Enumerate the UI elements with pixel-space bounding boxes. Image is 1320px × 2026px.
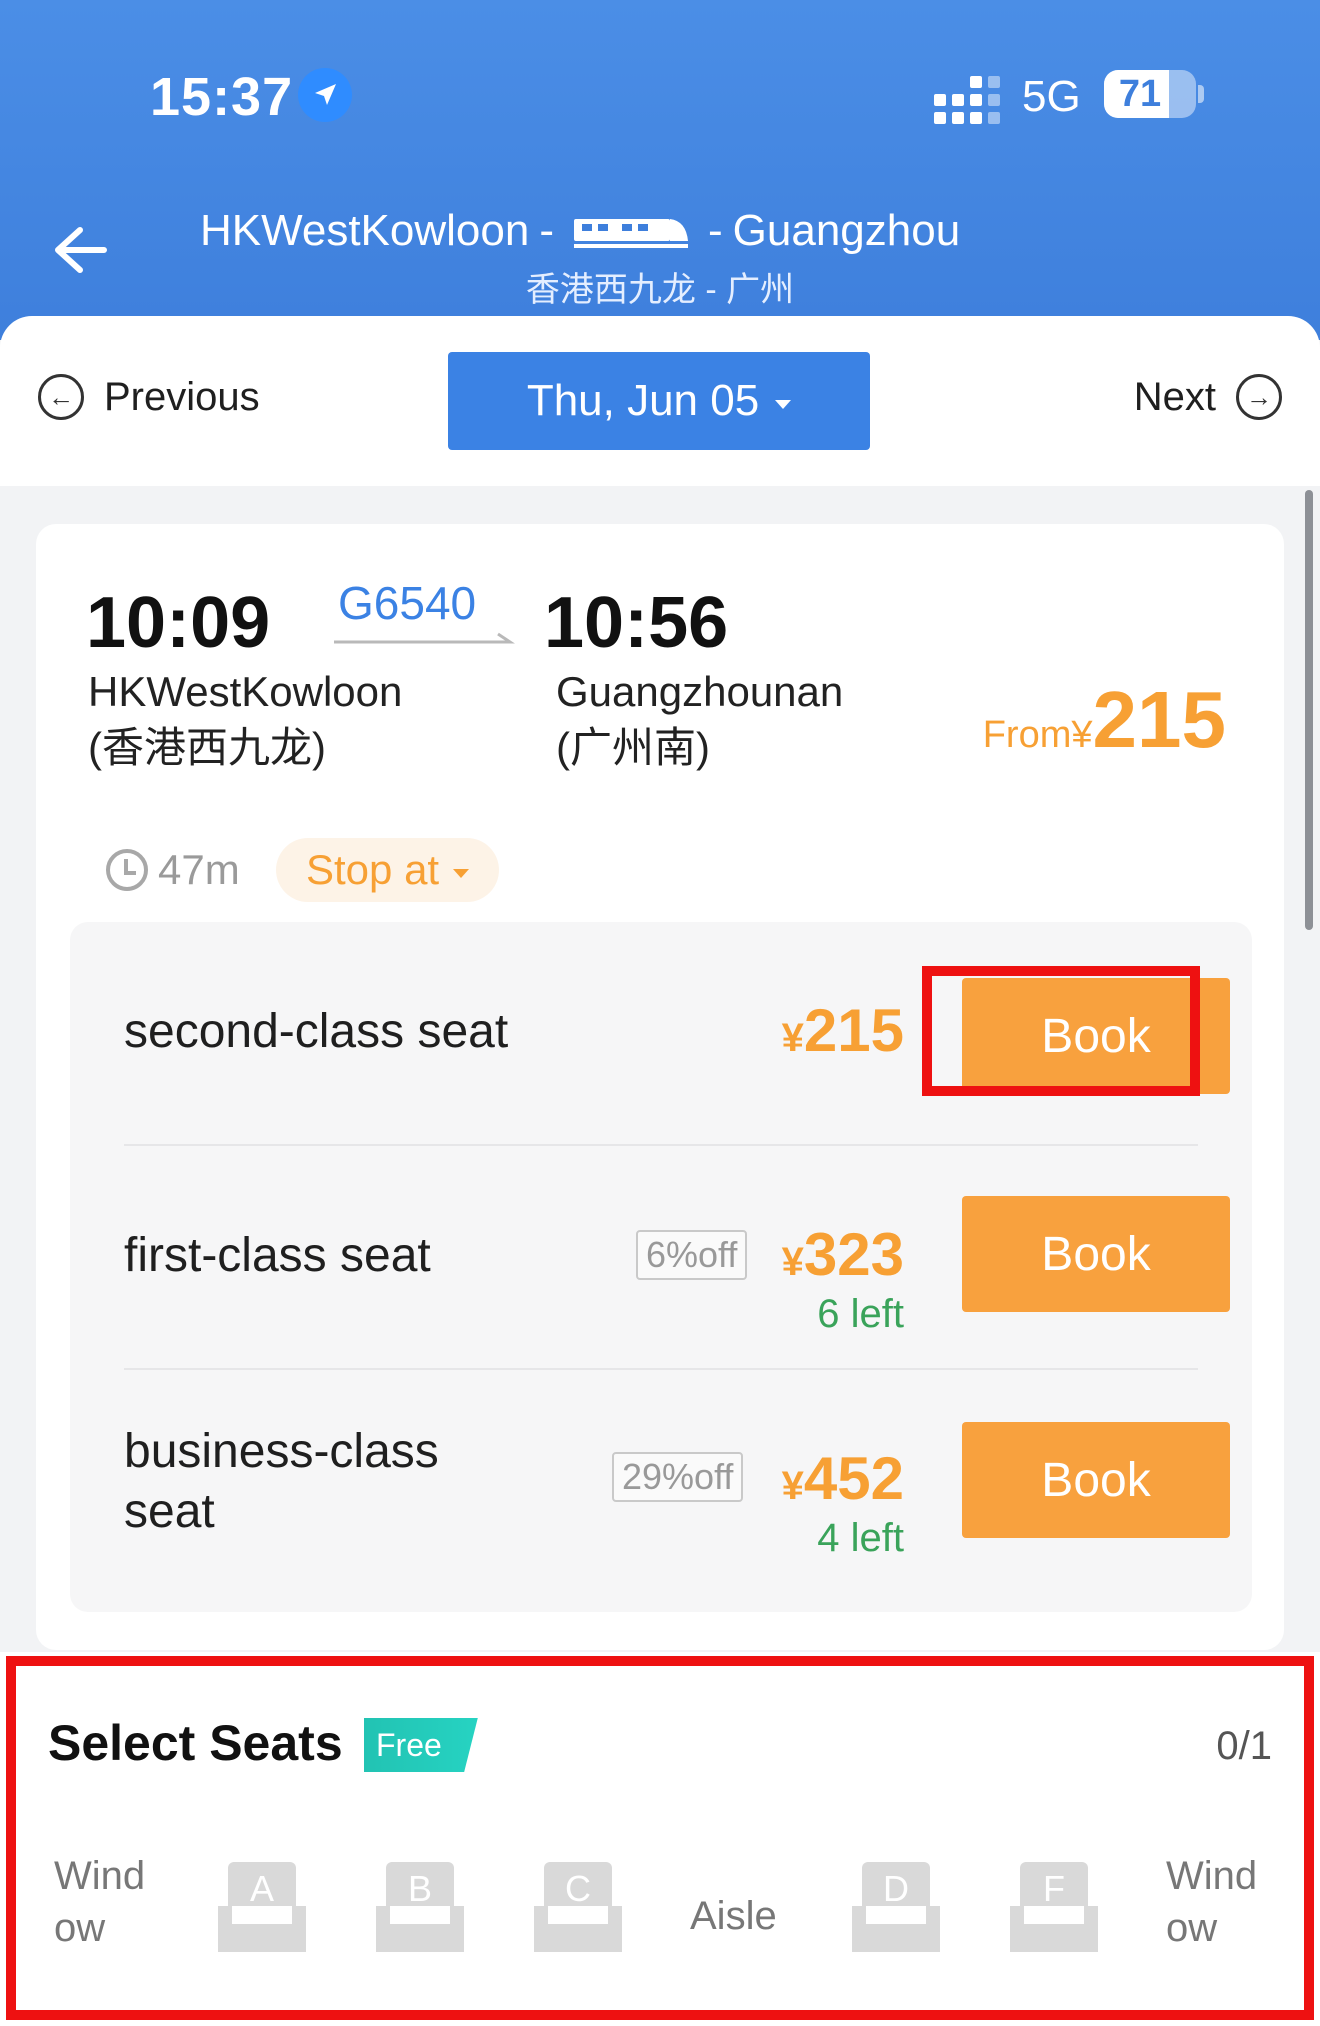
from-label: From (982, 714, 1072, 756)
duration-label: 47m (158, 846, 240, 893)
departure-time: 10:09 (86, 583, 271, 663)
seat-class-name: business-class seat (124, 1422, 439, 1542)
seat-price: ¥ 215 (782, 996, 904, 1065)
seat-class-name-line2: seat (124, 1485, 215, 1538)
caret-down-icon (775, 399, 792, 409)
route-subtitle: 香港西九龙 - 广州 (525, 271, 795, 309)
book-first-class-button[interactable]: Book (962, 1196, 1230, 1312)
date-bar: ← Previous Thu, Jun 05 Next → (0, 316, 1320, 486)
from-currency: ¥ (1071, 714, 1093, 756)
seat-class-name: first-class seat (124, 1229, 431, 1282)
date-label: Thu, Jun 05 (526, 376, 760, 425)
location-arrow-icon (298, 68, 352, 122)
caret-down-icon (453, 868, 470, 878)
battery-level: 71 (1118, 73, 1162, 115)
route-arrow-icon (334, 632, 515, 644)
lowest-price: From ¥ 215 (983, 674, 1226, 766)
battery-icon: 71 (1104, 70, 1196, 118)
train-number[interactable]: G6540 (338, 576, 476, 630)
departure-station-cn: (香港西九龙) (88, 724, 326, 771)
seat-currency: ¥ (781, 1240, 804, 1284)
seat-class-name-line1: business-class (124, 1425, 439, 1478)
route-to-sep: - (708, 206, 723, 255)
seat-price: ¥ 452 (782, 1444, 904, 1513)
seat-price-amount: 452 (803, 1445, 904, 1512)
chevron-right-circle-icon: → (1236, 374, 1282, 420)
departure-station-name: HKWestKowloon (88, 668, 403, 715)
arrival-station-cn: (广州南) (556, 724, 710, 771)
seats-left: 6 left (817, 1292, 904, 1336)
seats-left: 4 left (817, 1516, 904, 1560)
scrollbar[interactable] (1305, 490, 1313, 930)
route-title: HKWestKowloon - - Guangzhou (200, 206, 960, 256)
from-price: 215 (1092, 675, 1226, 764)
header: 15:37 5G 71 HKWestKowloon - - Guangzhou … (0, 0, 1320, 340)
previous-day-button[interactable]: ← Previous (38, 374, 260, 420)
next-day-button[interactable]: Next → (1134, 374, 1282, 420)
clock-icon (106, 849, 148, 891)
seat-currency: ¥ (781, 1464, 804, 1508)
seat-price: ¥ 323 (782, 1220, 904, 1289)
seat-price-amount: 215 (803, 997, 904, 1064)
route-from: HKWestKowloon (200, 206, 530, 255)
next-label: Next (1133, 374, 1216, 419)
chevron-left-circle-icon: ← (38, 374, 84, 420)
highlight-box-select-seats (6, 1656, 1314, 2020)
trip-duration: 47m (106, 846, 240, 894)
seat-class-name: second-class seat (124, 1005, 509, 1058)
book-business-class-button[interactable]: Book (962, 1422, 1230, 1538)
train-icon (572, 211, 690, 251)
signal-icon (934, 76, 1000, 124)
departure-station: HKWestKowloon (香港西九龙) (88, 664, 402, 776)
arrival-time: 10:56 (544, 583, 729, 663)
highlight-box-book (922, 966, 1200, 1096)
arrival-station-name: Guangzhounan (556, 668, 844, 715)
previous-label: Previous (104, 374, 260, 419)
status-time: 15:37 (150, 67, 294, 127)
battery-tip (1198, 85, 1204, 103)
stop-at-button[interactable]: Stop at (276, 838, 500, 902)
route-from-sep: - (539, 206, 554, 255)
route-to: Guangzhou (732, 206, 961, 255)
date-picker-button[interactable]: Thu, Jun 05 (448, 352, 870, 450)
discount-badge: 29%off (612, 1452, 744, 1502)
stop-at-label: Stop at (306, 846, 440, 893)
seat-price-amount: 323 (803, 1221, 904, 1288)
seat-row-business-class: business-class seat 29%off ¥ 452 4 left … (70, 1368, 1252, 1600)
discount-badge: 6%off (636, 1230, 748, 1280)
arrival-station: Guangzhounan (广州南) (556, 664, 843, 776)
network-type: 5G (1022, 72, 1081, 121)
seat-currency: ¥ (781, 1016, 804, 1060)
seat-row-first-class: first-class seat 6%off ¥ 323 6 left Book (70, 1144, 1252, 1368)
